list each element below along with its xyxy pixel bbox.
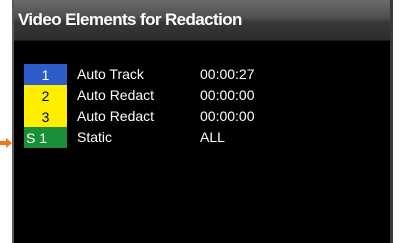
list-item-auto-redact-2[interactable]: 2 Auto Redact 00:00:00: [24, 85, 390, 106]
element-number-badge: 2: [24, 85, 67, 106]
element-time: ALL: [200, 129, 225, 145]
list-item-auto-track-1[interactable]: 1 Auto Track 00:00:27: [24, 64, 390, 85]
elements-list: 1 Auto Track 00:00:27 2 Auto Redact 00:0…: [24, 64, 390, 148]
element-number-badge: S 1: [24, 127, 67, 148]
element-name: Auto Redact: [77, 87, 155, 103]
element-number-badge: 1: [24, 64, 67, 85]
element-number-badge: 3: [24, 106, 67, 127]
element-time: 00:00:00: [200, 108, 255, 124]
element-time: 00:00:27: [200, 66, 255, 82]
list-item-auto-redact-3[interactable]: 3 Auto Redact 00:00:00: [24, 106, 390, 127]
element-name: Auto Track: [77, 66, 144, 82]
element-name: Static: [77, 129, 113, 145]
screenshot-stage: Video Elements for Redaction 1 Auto Trac…: [0, 0, 399, 243]
list-item-static-s1[interactable]: S 1 Static ALL: [24, 127, 390, 148]
panel-header: Video Elements for Redaction: [14, 0, 390, 41]
orange-arrow-icon: [0, 138, 12, 148]
panel-title: Video Elements for Redaction: [18, 10, 242, 29]
element-time: 00:00:00: [200, 87, 255, 103]
video-elements-panel: Video Elements for Redaction 1 Auto Trac…: [12, 0, 393, 243]
element-name: Auto Redact: [77, 108, 155, 124]
